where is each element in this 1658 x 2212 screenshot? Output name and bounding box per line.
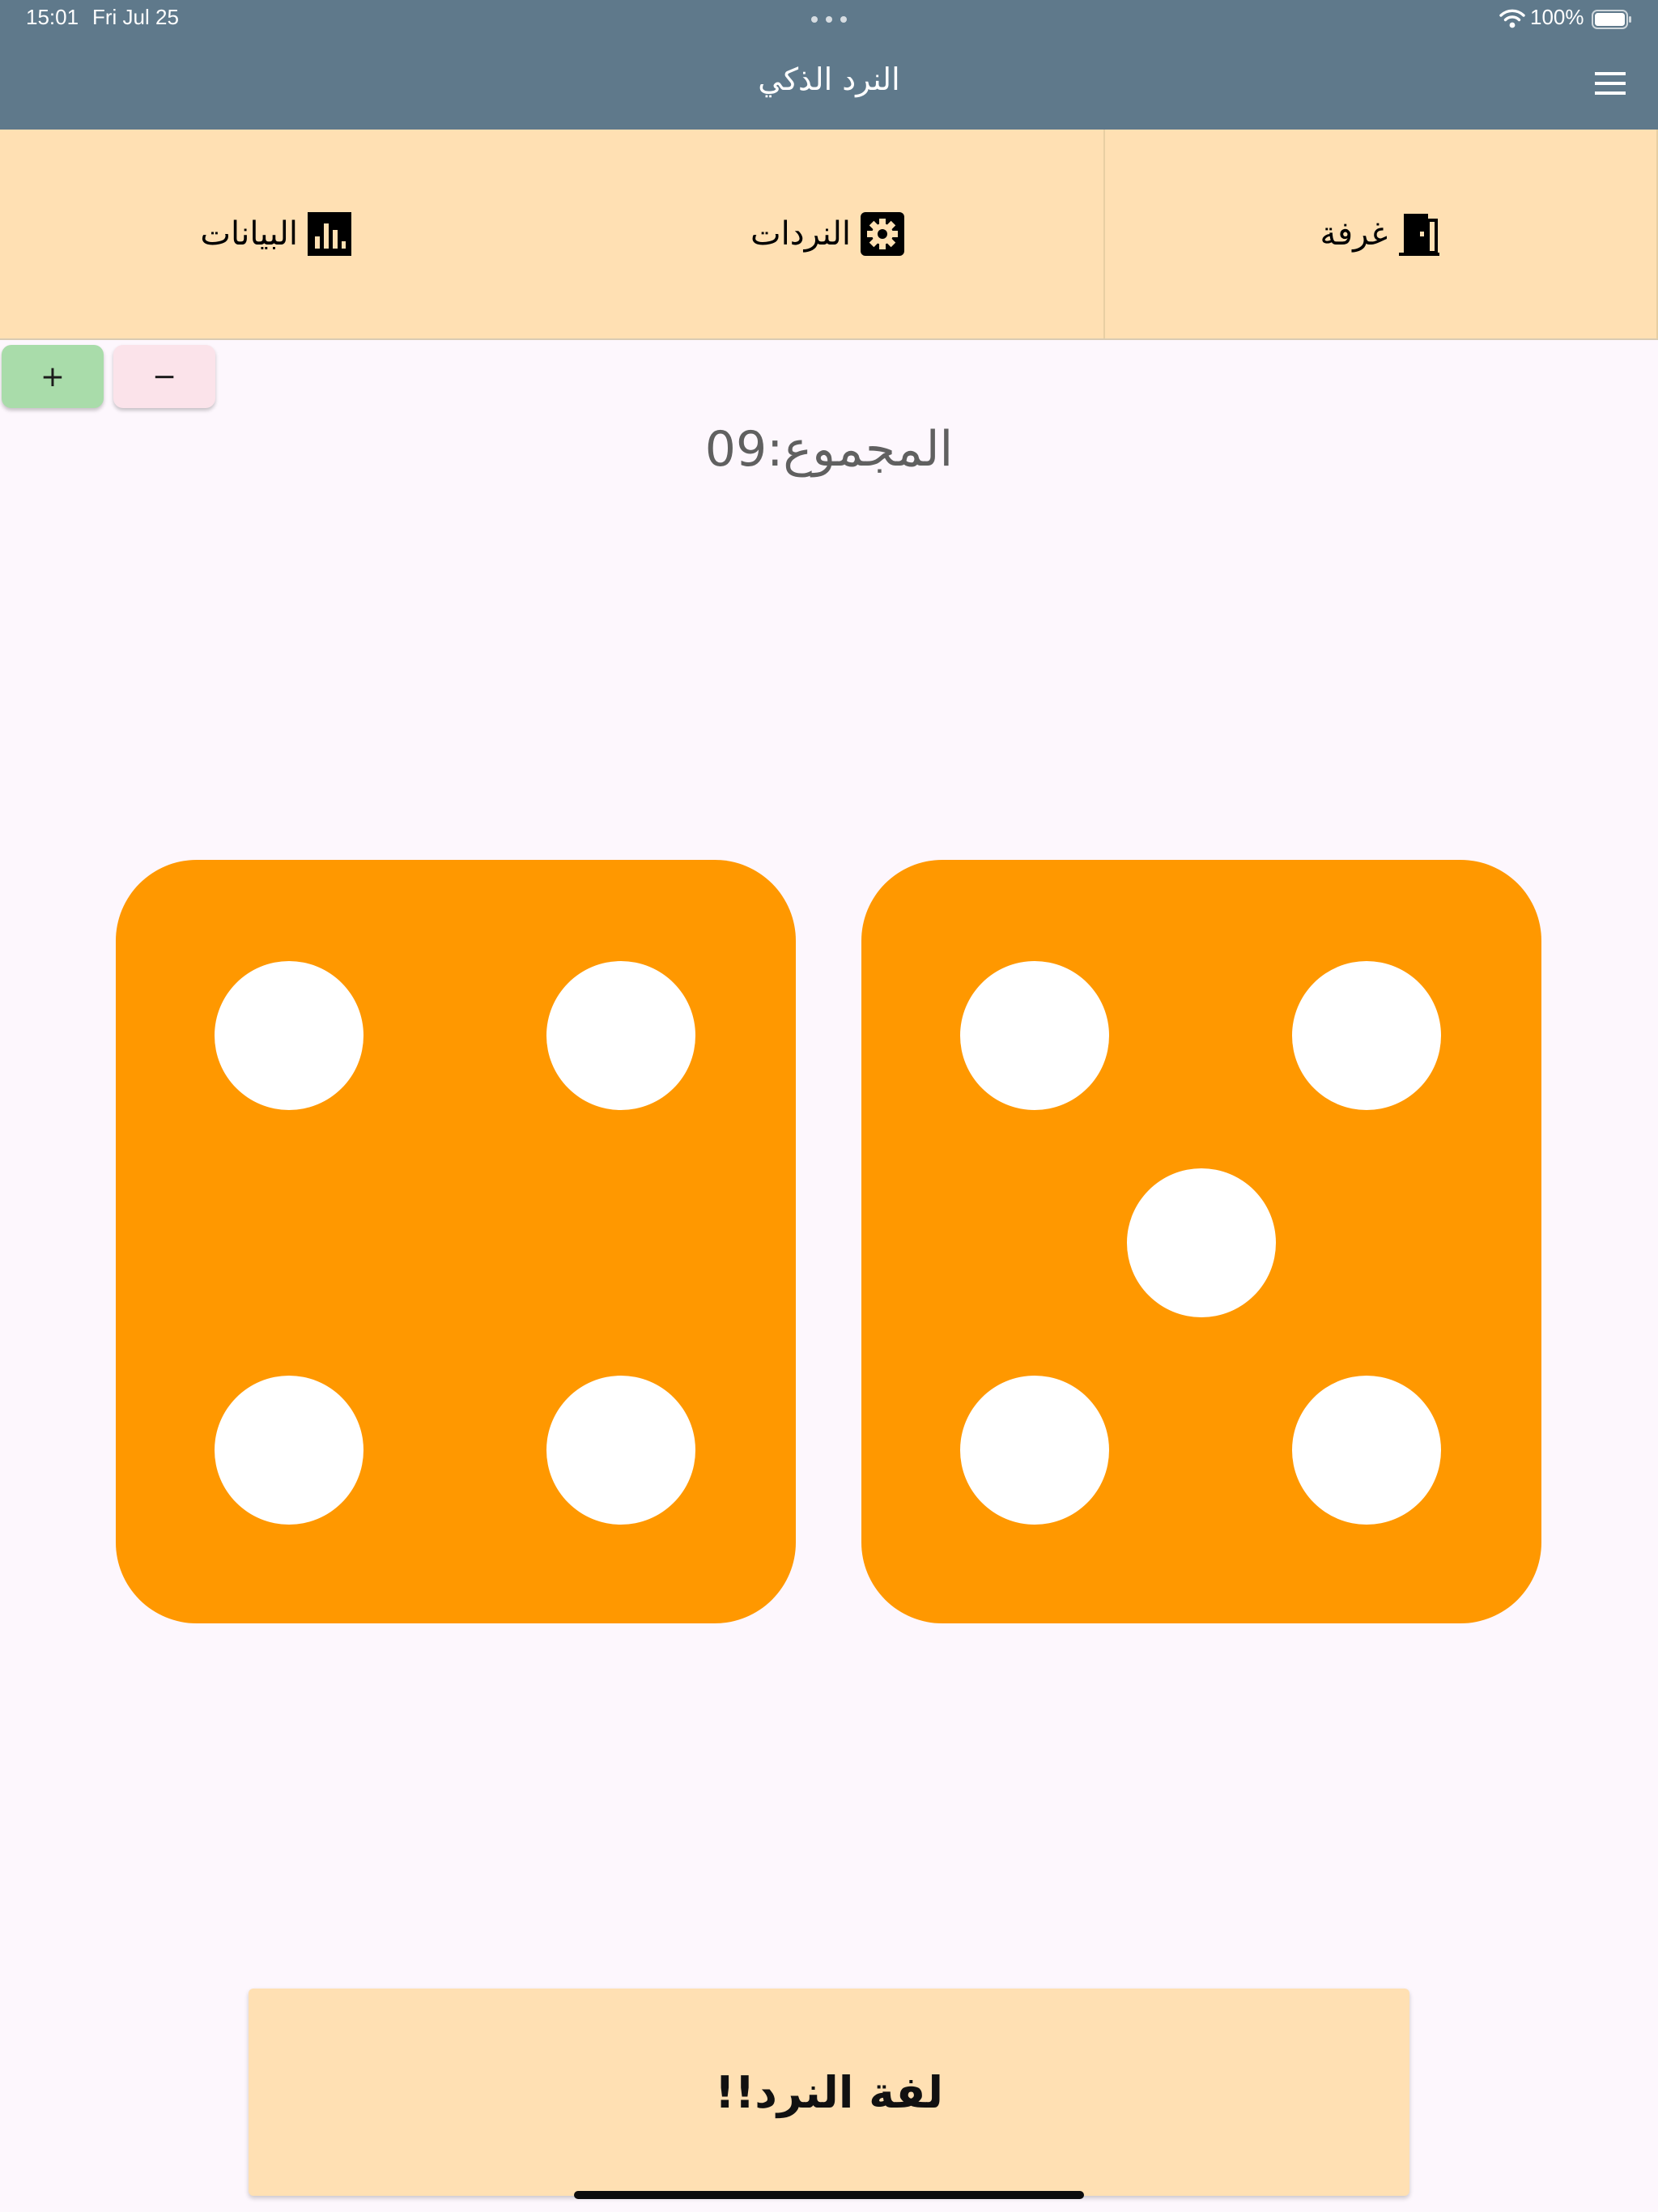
add-die-button[interactable]: + — [2, 345, 104, 408]
status-time: 15:01 — [26, 5, 79, 29]
hamburger-menu-icon[interactable] — [1592, 70, 1630, 97]
tab-dice-settings-label: النردات — [750, 215, 852, 253]
die-pip — [1292, 961, 1441, 1110]
die-pip — [215, 1376, 363, 1525]
die-pip — [1292, 1376, 1441, 1525]
die-pip — [215, 961, 363, 1110]
status-date: Fri Jul 25 — [92, 5, 179, 29]
battery-icon — [1592, 10, 1631, 29]
die-pip — [960, 1376, 1109, 1525]
bar-chart-icon — [307, 212, 351, 256]
home-indicator — [574, 2191, 1084, 2199]
die-pip — [546, 961, 695, 1110]
tab-dice-settings[interactable]: النردات — [551, 130, 1105, 338]
roll-dice-button[interactable]: لفة النرد!! — [249, 1989, 1409, 2196]
remove-die-button[interactable]: − — [113, 345, 215, 408]
multitasking-dots-icon[interactable] — [811, 16, 847, 23]
app-title: النرد الذكي — [758, 62, 900, 97]
die-pip — [546, 1376, 695, 1525]
wifi-icon — [1499, 9, 1525, 28]
die-left[interactable] — [116, 860, 796, 1623]
battery-percentage: 100% — [1530, 5, 1584, 29]
gear-icon — [861, 212, 905, 256]
total-label: المجموع:09 — [704, 421, 954, 478]
screen: 15:01 Fri Jul 25 100% النرد الذكي البيان… — [0, 0, 1658, 2212]
tab-room-label: غرفة — [1320, 215, 1388, 253]
die-pip — [1127, 1168, 1276, 1317]
tab-stats[interactable]: البيانات — [0, 130, 551, 338]
door-icon — [1399, 214, 1440, 256]
die-right[interactable] — [861, 860, 1541, 1623]
roll-dice-label: لفة النرد!! — [714, 2066, 944, 2118]
app-bar: 15:01 Fri Jul 25 100% النرد الذكي — [0, 0, 1658, 130]
tab-room[interactable]: غرفة — [1105, 130, 1658, 338]
tab-stats-label: البيانات — [200, 215, 298, 253]
die-pip — [960, 961, 1109, 1110]
tab-bar: البيانات النردات غرفة — [0, 130, 1658, 340]
